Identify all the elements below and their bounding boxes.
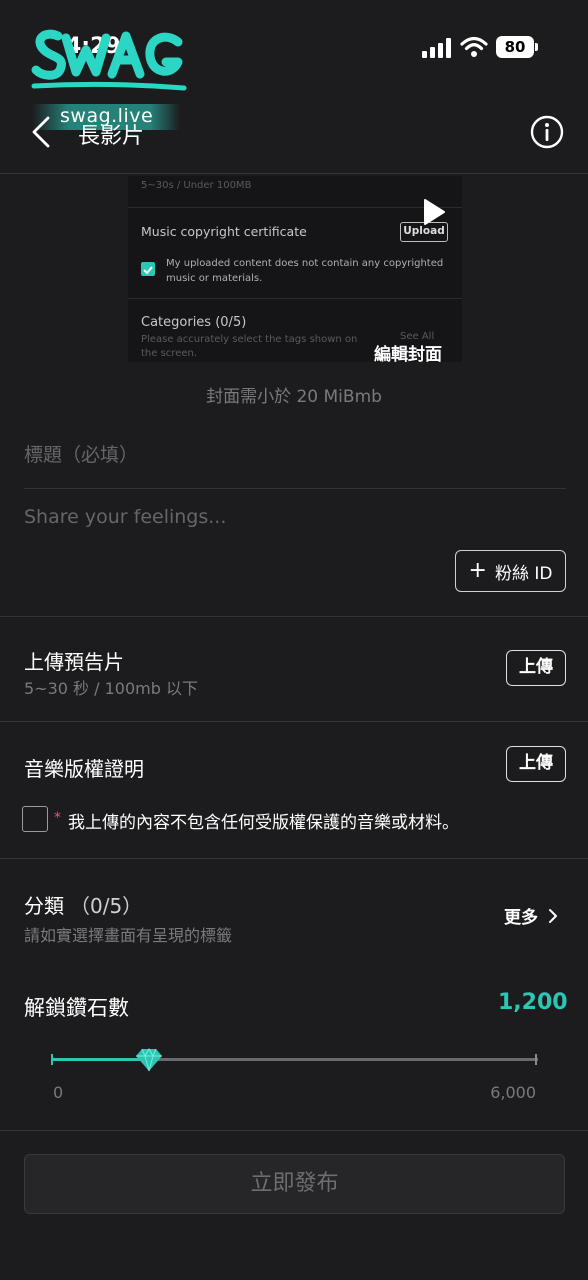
slider-max-label: 6,000 xyxy=(490,1083,536,1102)
category-count: （0/5） xyxy=(70,894,143,918)
section-divider xyxy=(0,858,588,859)
cover-preview-categories-title: Categories xyxy=(141,315,212,330)
cover-preview-categories-hint: Please accurately select the tags shown … xyxy=(141,334,358,359)
category-subtitle: 請如實選擇畫面有呈現的標籤 xyxy=(24,926,233,945)
diamond-value: 1,200 xyxy=(498,990,568,1015)
diamond-slider[interactable] xyxy=(50,1040,540,1080)
trailer-subtitle: 5~30 秒 / 100mb 以下 xyxy=(24,679,198,698)
checkmark-icon xyxy=(143,266,153,275)
header-divider xyxy=(0,173,588,174)
slider-tick-min xyxy=(51,1054,53,1065)
cover-preview-divider xyxy=(128,207,462,208)
wifi-icon xyxy=(460,36,488,57)
cover-preview-categories-label: Categories (0/5) xyxy=(141,315,246,330)
category-more-link[interactable]: 更多 xyxy=(504,903,558,928)
swag-logo-graphic xyxy=(31,29,187,91)
copyright-checkbox[interactable] xyxy=(22,806,48,832)
cover-preview-top-text: 5~30s / Under 100MB xyxy=(141,180,252,191)
section-divider xyxy=(0,1130,588,1131)
battery-level: 80 xyxy=(496,36,534,58)
cover-preview[interactable]: 5~30s / Under 100MB Music copyright cert… xyxy=(128,176,462,362)
trailer-upload-button[interactable]: 上傳 xyxy=(506,650,566,686)
battery-indicator: 80 xyxy=(496,36,540,58)
slider-min-label: 0 xyxy=(53,1083,64,1102)
title-divider xyxy=(24,488,566,489)
music-cert-title: 音樂版權證明 xyxy=(24,757,144,781)
cover-preview-checkbox-text: My uploaded content does not contain any… xyxy=(166,258,444,284)
category-more-label: 更多 xyxy=(504,908,538,928)
copyright-checkbox-label: 我上傳的內容不包含任何受版權保護的音樂或材料。 xyxy=(68,813,459,833)
info-circle-icon[interactable] xyxy=(530,115,564,149)
section-divider xyxy=(0,616,588,617)
trailer-title: 上傳預告片 xyxy=(24,650,124,674)
slider-tick-max xyxy=(535,1054,537,1065)
cellular-signal-icon xyxy=(422,38,451,58)
title-input[interactable] xyxy=(24,440,564,470)
unlock-diamond-title: 解鎖鑽石數 xyxy=(24,996,129,1020)
music-cert-upload-button[interactable]: 上傳 xyxy=(506,746,566,782)
publish-button[interactable]: 立即發布 xyxy=(24,1154,565,1214)
page-title: 長影片 xyxy=(78,124,145,149)
edit-cover-label: 編輯封面 xyxy=(374,345,442,362)
category-title: 分類 xyxy=(24,894,64,918)
description-input[interactable] xyxy=(24,502,564,532)
cover-preview-checkbox xyxy=(141,262,155,276)
chevron-left-icon[interactable] xyxy=(28,114,56,150)
cover-preview-music-label: Music copyright certificate xyxy=(141,224,307,239)
battery-tip xyxy=(535,43,538,51)
required-mark: * xyxy=(54,810,61,826)
fan-id-button[interactable]: + 粉絲 ID xyxy=(455,550,566,592)
cover-size-hint: 封面需小於 20 MiBmb xyxy=(206,387,382,407)
category-title-row: 分類 （0/5） xyxy=(24,890,142,919)
cover-preview-categories-count: (0/5) xyxy=(215,315,247,330)
section-divider xyxy=(0,721,588,722)
plus-icon: + xyxy=(468,558,487,583)
chevron-right-icon xyxy=(549,908,557,923)
play-icon xyxy=(424,199,445,225)
diamond-thumb-icon[interactable] xyxy=(134,1044,164,1074)
fan-id-button-label: 粉絲 ID xyxy=(494,563,553,584)
cover-preview-divider xyxy=(128,298,462,299)
